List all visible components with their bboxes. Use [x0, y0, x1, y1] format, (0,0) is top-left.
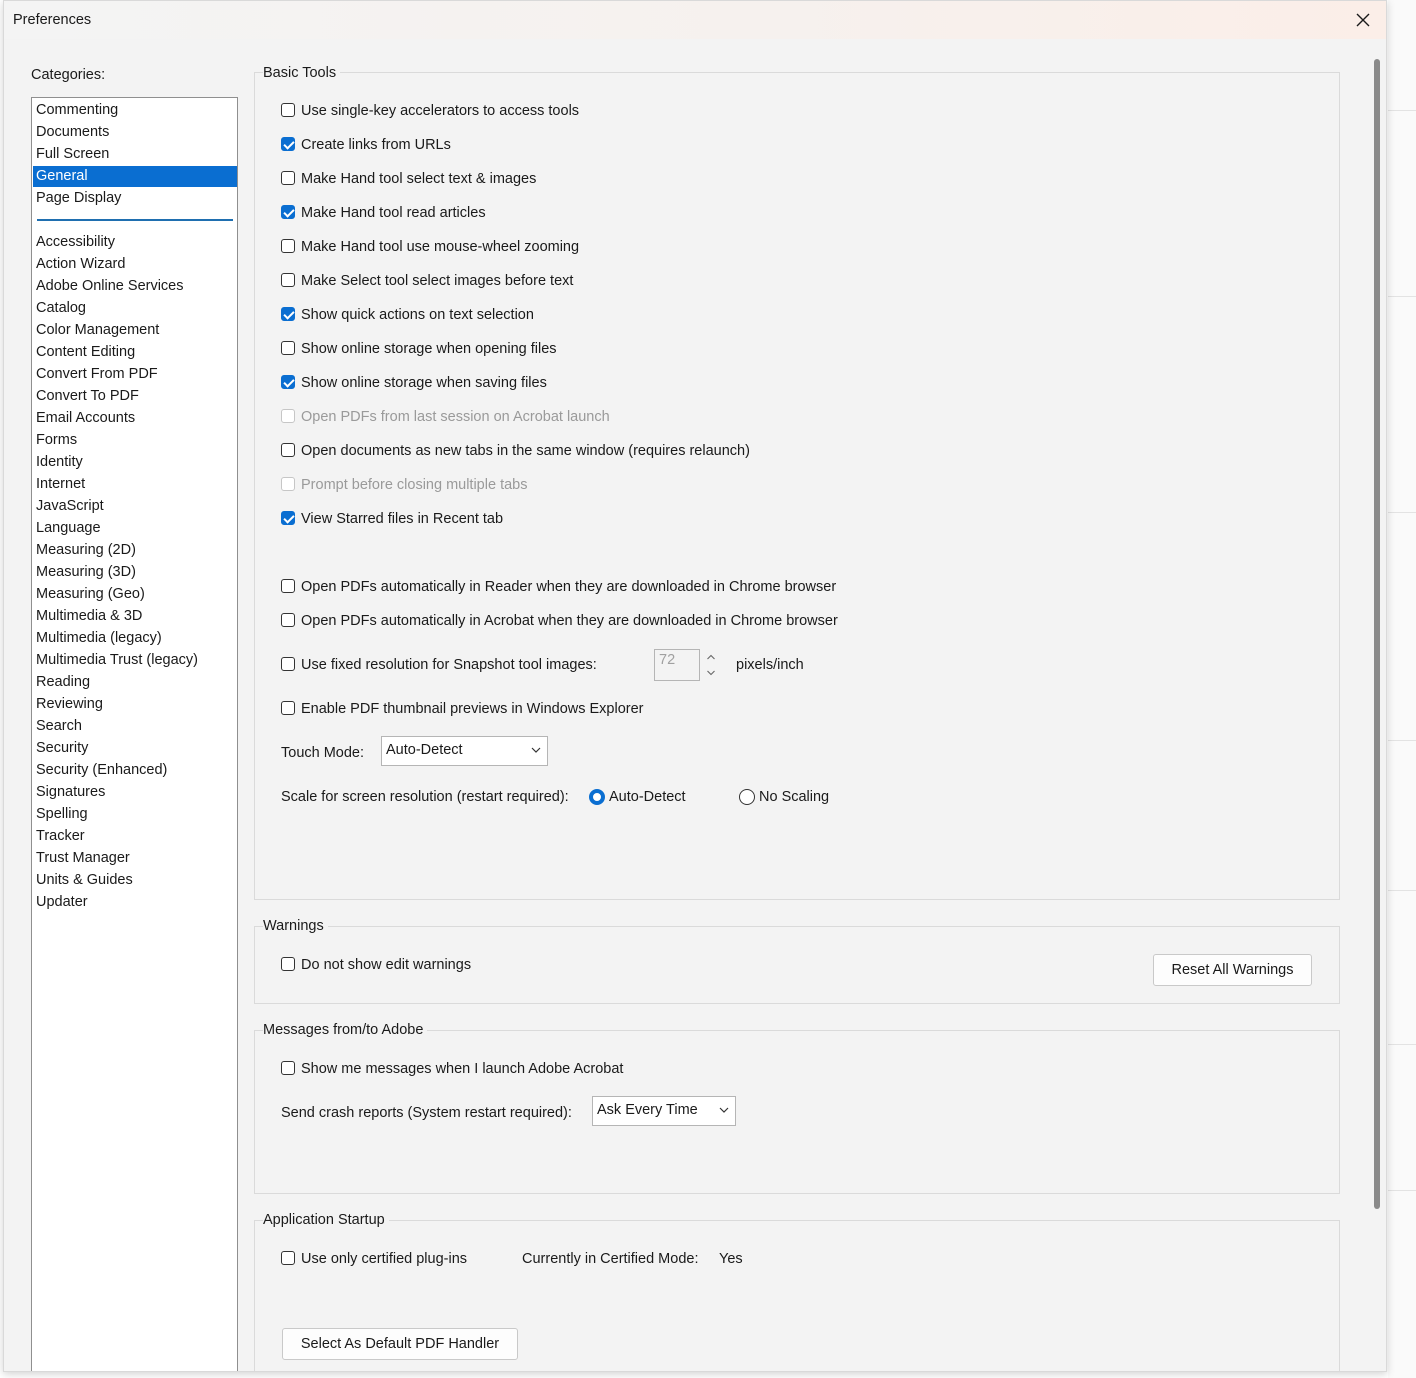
categories-list[interactable]: Commenting Documents Full Screen General Pag…: [31, 97, 238, 1371]
touch-mode-label: Touch Mode:: [281, 745, 365, 761]
category-item-general[interactable]: General: [33, 166, 237, 187]
background-divider: [1388, 512, 1416, 513]
category-item-convert-to-pdf[interactable]: Convert To PDF: [33, 386, 237, 407]
category-item-units-and-guides[interactable]: Units & Guides: [33, 870, 237, 891]
category-item-multimedia-trust-legacy[interactable]: Multimedia Trust (legacy): [33, 650, 237, 671]
chevron-up-icon: [707, 654, 715, 660]
background-divider: [1388, 296, 1416, 297]
background-window: [1388, 0, 1416, 1378]
checkbox-box: [281, 137, 295, 151]
messages-title: Messages from/to Adobe: [263, 1019, 428, 1041]
radio-circle: [739, 789, 755, 805]
checkbox-box: [281, 375, 295, 389]
reset-all-warnings-button[interactable]: Reset All Warnings: [1153, 954, 1312, 986]
chevron-down-icon: [531, 747, 541, 753]
touch-mode-select[interactable]: Auto-Detect: [381, 736, 548, 766]
checkbox-box: [281, 613, 295, 627]
checkbox-box: [281, 409, 295, 423]
category-item-reviewing[interactable]: Reviewing: [33, 694, 237, 715]
background-divider: [1388, 890, 1416, 891]
category-item-adobe-online-services[interactable]: Adobe Online Services: [33, 276, 237, 297]
category-item-tracker[interactable]: Tracker: [33, 826, 237, 847]
category-item-multimedia-legacy[interactable]: Multimedia (legacy): [33, 628, 237, 649]
checkbox-box: [281, 957, 295, 971]
snapshot-unit-label: pixels/inch: [736, 657, 804, 673]
background-divider: [1388, 1044, 1416, 1045]
crash-reports-select[interactable]: Ask Every Time: [592, 1096, 736, 1126]
background-divider: [1388, 110, 1416, 111]
scrollbar-thumb[interactable]: [1374, 59, 1380, 1209]
title-bar: Preferences: [4, 1, 1386, 39]
category-item-content-editing[interactable]: Content Editing: [33, 342, 237, 363]
snapshot-resolution-stepper[interactable]: [701, 649, 721, 681]
category-item-identity[interactable]: Identity: [33, 452, 237, 473]
checkbox-box: [281, 239, 295, 253]
startup-title: Application Startup: [263, 1209, 389, 1231]
crash-reports-value: Ask Every Time: [597, 1102, 698, 1118]
snapshot-resolution-input[interactable]: 72: [654, 649, 700, 681]
chevron-down-icon: [719, 1107, 729, 1113]
category-item-commenting[interactable]: Commenting: [33, 100, 237, 121]
category-item-measuring-3d[interactable]: Measuring (3D): [33, 562, 237, 583]
checkbox-box: [281, 307, 295, 321]
background-divider: [1388, 1190, 1416, 1191]
category-item-full-screen[interactable]: Full Screen: [33, 144, 237, 165]
checkbox-box: [281, 273, 295, 287]
category-item-internet[interactable]: Internet: [33, 474, 237, 495]
warnings-title: Warnings: [263, 915, 328, 937]
scale-label: Scale for screen resolution (restart req…: [281, 789, 569, 805]
checkbox-box: [281, 171, 295, 185]
certified-mode-value: Yes: [719, 1251, 743, 1267]
touch-mode-value: Auto-Detect: [386, 742, 463, 758]
checkbox-box: [281, 103, 295, 117]
category-item-measuring-2d[interactable]: Measuring (2D): [33, 540, 237, 561]
default-pdf-handler-button[interactable]: Select As Default PDF Handler: [282, 1328, 518, 1360]
category-item-reading[interactable]: Reading: [33, 672, 237, 693]
category-item-multimedia-and-3d[interactable]: Multimedia & 3D: [33, 606, 237, 627]
category-item-action-wizard[interactable]: Action Wizard: [33, 254, 237, 275]
stepper-down-button[interactable]: [701, 665, 721, 681]
category-item-javascript[interactable]: JavaScript: [33, 496, 237, 517]
checkbox-box: [281, 1061, 295, 1075]
checkbox-box: [281, 579, 295, 593]
category-item-catalog[interactable]: Catalog: [33, 298, 237, 319]
category-item-search[interactable]: Search: [33, 716, 237, 737]
category-item-forms[interactable]: Forms: [33, 430, 237, 451]
stepper-up-button[interactable]: [701, 649, 721, 665]
category-item-security[interactable]: Security: [33, 738, 237, 759]
basic-tools-title: Basic Tools: [263, 62, 341, 84]
category-item-updater[interactable]: Updater: [33, 892, 237, 913]
category-item-convert-from-pdf[interactable]: Convert From PDF: [33, 364, 237, 385]
category-item-page-display[interactable]: Page Display: [33, 188, 237, 209]
chevron-down-icon: [707, 670, 715, 676]
category-item-accessibility[interactable]: Accessibility: [33, 232, 237, 253]
background-divider: [1388, 740, 1416, 741]
checkbox-box: [281, 341, 295, 355]
checkbox-box: [281, 701, 295, 715]
checkbox-box: [281, 657, 295, 671]
checkbox-box: [281, 511, 295, 525]
checkbox-box: [281, 443, 295, 457]
category-item-security-enhanced[interactable]: Security (Enhanced): [33, 760, 237, 781]
categories-label: Categories:: [31, 67, 106, 83]
checkbox-box: [281, 205, 295, 219]
category-item-signatures[interactable]: Signatures: [33, 782, 237, 803]
checkbox-box: [281, 477, 295, 491]
certified-mode-label: Currently in Certified Mode:: [522, 1251, 699, 1267]
category-separator: [37, 219, 233, 221]
category-item-color-management[interactable]: Color Management: [33, 320, 237, 341]
category-item-measuring-geo[interactable]: Measuring (Geo): [33, 584, 237, 605]
crash-reports-label: Send crash reports (System restart requi…: [281, 1105, 572, 1121]
category-item-language[interactable]: Language: [33, 518, 237, 539]
category-item-trust-manager[interactable]: Trust Manager: [33, 848, 237, 869]
close-icon: [1356, 13, 1370, 27]
category-item-email-accounts[interactable]: Email Accounts: [33, 408, 237, 429]
checkbox-box: [281, 1251, 295, 1265]
category-item-spelling[interactable]: Spelling: [33, 804, 237, 825]
preferences-dialog: Preferences Categories: Commenting Docume…: [3, 0, 1387, 1372]
radio-circle: [589, 789, 605, 805]
window-title: Preferences: [13, 12, 92, 28]
close-button[interactable]: [1340, 1, 1386, 39]
category-item-documents[interactable]: Documents: [33, 122, 237, 143]
